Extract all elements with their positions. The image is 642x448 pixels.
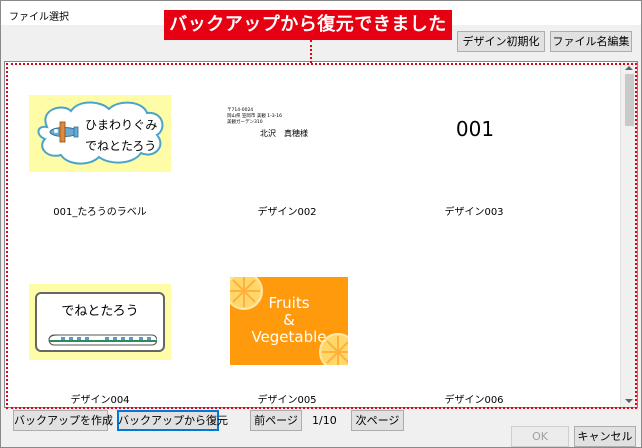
- train-icon: [48, 334, 157, 346]
- page-indicator: 1/10: [312, 414, 337, 427]
- thumb-004-text: でねとたろう: [61, 304, 139, 319]
- thumb-002-name: 北沢 真穂様: [260, 129, 308, 138]
- vertical-scrollbar[interactable]: [620, 62, 637, 407]
- restore-backup-button[interactable]: バックアップから復元: [117, 410, 228, 431]
- design-thumb-004[interactable]: でねとたろう: [29, 284, 171, 360]
- design-label-002: デザイン002: [257, 207, 317, 218]
- scroll-up-icon[interactable]: [625, 66, 633, 70]
- thumb-005-line2: &: [283, 311, 295, 329]
- design-grid: ひまわりぐみ でねとたろう 001_たろうのラベル 〒714-0024 岡山県 …: [4, 61, 638, 408]
- design-thumb-001[interactable]: ひまわりぐみ でねとたろう: [29, 95, 171, 172]
- window-title: ファイル選択: [9, 12, 69, 23]
- file-select-window: ファイル選択 デザイン初期化 ファイル名編集 ひまわりぐみ でねとたろう 001…: [0, 0, 642, 448]
- restore-complete-callout: バックアップから復元できました: [164, 10, 452, 40]
- design-thumb-002[interactable]: 〒714-0024 岡山県 笠岡市 美観 1-3-16 美観ガーデン310 北沢…: [224, 104, 344, 144]
- thumb-001-line1: ひまわりぐみ: [85, 118, 158, 132]
- next-page-button[interactable]: 次ページ: [351, 410, 404, 431]
- airplane-icon: [49, 121, 79, 143]
- create-backup-button[interactable]: バックアップを作成: [13, 410, 113, 431]
- reset-design-button[interactable]: デザイン初期化: [457, 31, 545, 52]
- design-label-006: デザイン006: [444, 395, 504, 406]
- design-label-001: 001_たろうのラベル: [53, 207, 147, 218]
- prev-page-button[interactable]: 前ページ: [250, 410, 302, 431]
- rename-file-button[interactable]: ファイル名編集: [550, 31, 632, 52]
- design-label-004: デザイン004: [70, 395, 130, 406]
- design-thumb-003[interactable]: 001: [430, 117, 520, 147]
- scroll-down-icon[interactable]: [625, 399, 633, 403]
- design-thumb-005[interactable]: Fruits & Vegetable: [230, 277, 348, 365]
- design-label-005: デザイン005: [257, 395, 317, 406]
- scroll-thumb[interactable]: [625, 74, 634, 126]
- cancel-button[interactable]: キャンセル: [574, 426, 636, 447]
- thumb-001-line2: でねとたろう: [85, 139, 157, 153]
- thumb-002-addr2: 美観ガーデン310: [227, 120, 263, 125]
- design-label-003: デザイン003: [444, 207, 504, 218]
- callout-pointer: [310, 40, 312, 63]
- thumb-005-line1: Fruits: [268, 294, 310, 312]
- thumb-005-line3: Vegetable: [251, 328, 327, 346]
- thumb-003-number: 001: [455, 117, 495, 141]
- ok-button[interactable]: OK: [511, 426, 569, 447]
